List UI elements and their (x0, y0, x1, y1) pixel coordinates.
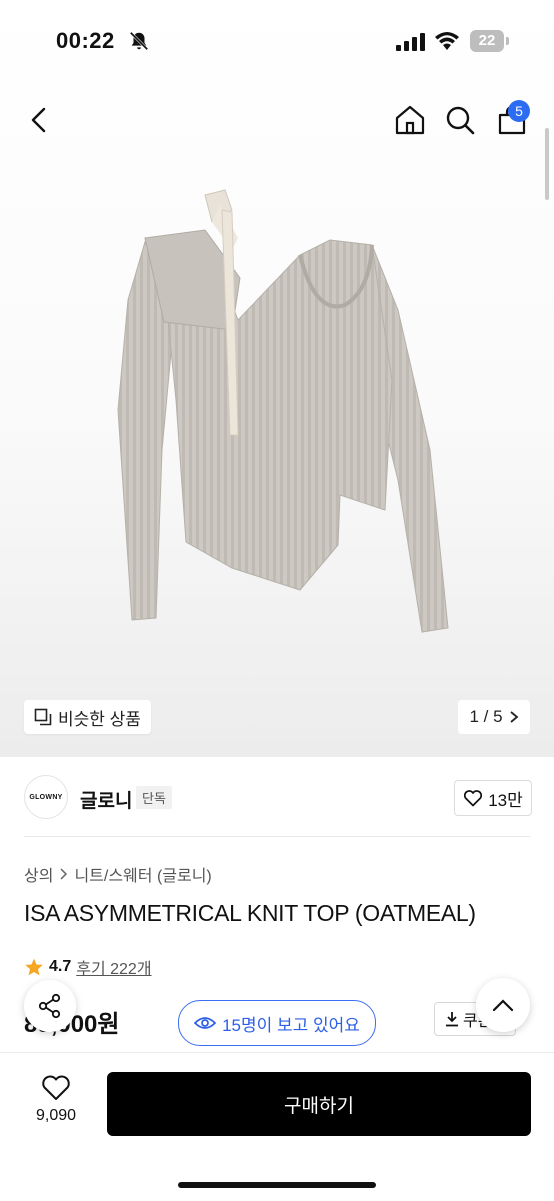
product-title: ISA ASYMMETRICAL KNIT TOP (OATMEAL) (24, 900, 476, 926)
pager-text: 1 / 5 (469, 707, 503, 726)
brand-like-count: 13만 (488, 790, 523, 810)
share-button[interactable] (24, 980, 76, 1032)
wishlist-count: 9,090 (35, 1107, 77, 1124)
buy-button[interactable]: 구매하기 (107, 1072, 531, 1136)
status-time: 00:22 (56, 28, 115, 53)
chevron-up-icon (492, 999, 514, 1012)
exclusive-badge: 단독 (136, 786, 172, 809)
brand-like-button[interactable]: 13만 (454, 780, 532, 816)
similar-products-button[interactable]: 비슷한 상품 (24, 700, 151, 734)
back-icon[interactable] (24, 104, 56, 136)
review-count-link[interactable]: 후기 222개 (76, 955, 151, 979)
breadcrumb-subcategory[interactable]: 니트/스웨터 (글로니) (74, 862, 211, 886)
home-indicator (178, 1182, 376, 1188)
viewers-text: 15명이 보고 있어요 (222, 1015, 360, 1035)
star-icon (25, 958, 43, 976)
brand-logo[interactable]: GLOWNY (24, 775, 68, 819)
home-icon[interactable] (394, 104, 426, 136)
heart-icon (42, 1075, 70, 1100)
eye-icon (194, 1017, 217, 1029)
rating-score: 4.7 (49, 958, 72, 975)
cart-count-badge: 5 (508, 100, 530, 122)
viewers-badge: 15명이 보고 있어요 (178, 1000, 376, 1046)
chevron-right-icon (60, 868, 68, 880)
search-icon[interactable] (444, 104, 476, 136)
download-icon (446, 1012, 458, 1027)
similar-icon (34, 708, 52, 726)
bell-muted-icon (129, 31, 149, 51)
signal-icon (396, 33, 425, 51)
chevron-right-icon (509, 711, 518, 723)
brand-name[interactable]: 글로니 (80, 786, 132, 813)
share-icon (38, 993, 61, 1019)
wifi-icon (435, 32, 459, 50)
image-pager[interactable]: 1 / 5 (458, 700, 530, 734)
rating-row[interactable]: 4.7 후기 222개 (24, 955, 152, 979)
battery-icon: 22 (470, 30, 510, 52)
heart-icon (464, 790, 483, 807)
product-image[interactable] (0, 150, 554, 670)
battery-level: 22 (470, 30, 504, 52)
similar-products-label: 비슷한 상품 (58, 709, 141, 729)
divider (24, 836, 530, 837)
scroll-top-button[interactable] (476, 978, 530, 1032)
wishlist-button[interactable]: 9,090 (24, 1074, 88, 1125)
brand-logo-text: GLOWNY (29, 793, 63, 801)
breadcrumb: 상의 니트/스웨터 (글로니) (24, 862, 212, 886)
breadcrumb-category[interactable]: 상의 (24, 862, 53, 886)
scroll-indicator (545, 128, 549, 200)
